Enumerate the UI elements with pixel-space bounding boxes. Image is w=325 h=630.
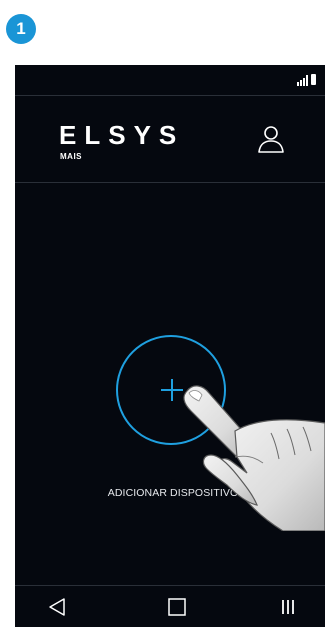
status-bar	[15, 65, 325, 96]
tutorial-step: 1 ELSYS MAIS ADICIONAR DISPOSITIVO	[0, 0, 325, 630]
recent-apps-icon[interactable]	[280, 599, 296, 615]
hand-pointer-icon	[183, 385, 325, 531]
step-number-badge: 1	[6, 14, 36, 44]
phone-screen: ELSYS MAIS ADICIONAR DISPOSITIVO	[15, 65, 325, 627]
user-icon[interactable]	[257, 124, 285, 154]
brand-subtitle: MAIS	[60, 152, 82, 161]
app-header: ELSYS MAIS	[15, 96, 325, 183]
signal-icon	[297, 75, 308, 86]
brand-logo: ELSYS	[59, 120, 185, 150]
back-icon[interactable]	[48, 597, 66, 617]
navigation-bar	[15, 585, 325, 627]
battery-icon	[311, 74, 316, 85]
home-icon[interactable]	[168, 598, 186, 616]
